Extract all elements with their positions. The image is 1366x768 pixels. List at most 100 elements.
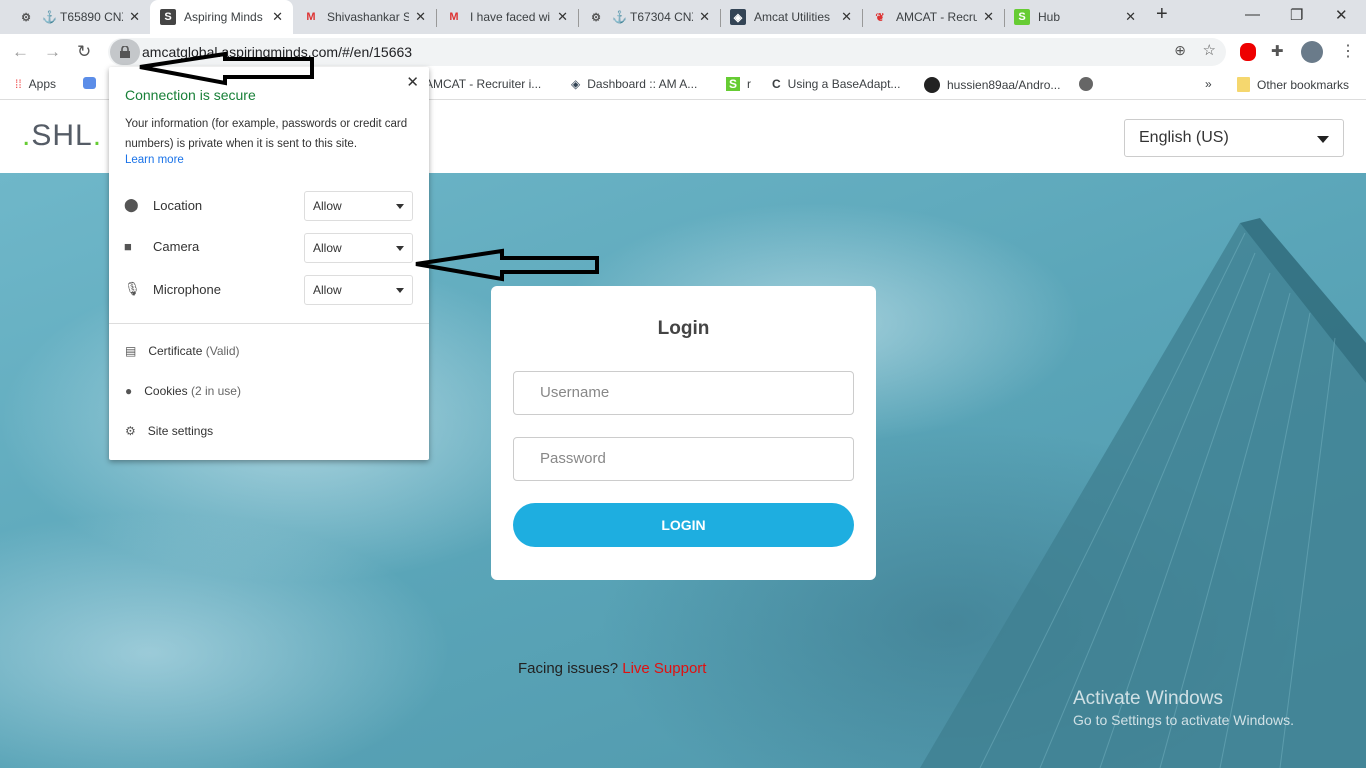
shl-logo: .SHL. bbox=[22, 119, 103, 152]
tab[interactable]: ⚙ ⚓ T67304 CNX ✕ bbox=[578, 0, 720, 34]
bookmark-label: r bbox=[747, 77, 752, 91]
gear-icon: ⚙ bbox=[125, 424, 136, 438]
green-s-icon: S bbox=[1014, 9, 1030, 25]
permission-location: ⬤ Location bbox=[124, 197, 202, 213]
close-icon[interactable]: ✕ bbox=[406, 73, 419, 91]
new-tab-button[interactable]: + bbox=[1156, 3, 1168, 26]
divider bbox=[109, 323, 429, 324]
tab-title: AMCAT - Recru bbox=[896, 10, 978, 24]
bookmark[interactable]: AMCAT - Recruiter i... bbox=[425, 77, 541, 91]
chat-icon[interactable] bbox=[83, 77, 96, 89]
permission-label: Location bbox=[153, 197, 203, 213]
live-support-link[interactable]: Live Support bbox=[622, 660, 706, 677]
c-logo-icon: C bbox=[772, 77, 781, 91]
forward-icon[interactable]: → bbox=[44, 42, 61, 62]
tab-title: Shivashankar S bbox=[327, 10, 410, 24]
other-bookmarks[interactable]: Other bookmarks bbox=[1237, 77, 1349, 92]
extensions-icon[interactable]: ✚ bbox=[1271, 42, 1284, 60]
popup-description: Your information (for example, passwords… bbox=[125, 118, 408, 150]
address-bar[interactable]: amcatglobal.aspiringminds.com/#/en/15663… bbox=[108, 38, 1226, 66]
gmail-icon: M bbox=[449, 11, 459, 23]
popup-title: Connection is secure bbox=[125, 87, 256, 103]
adblock-icon[interactable] bbox=[1240, 43, 1256, 61]
tab-title: I have faced wi bbox=[470, 10, 551, 24]
camera-select[interactable]: Allow bbox=[304, 233, 413, 263]
location-select[interactable]: Allow bbox=[304, 191, 413, 221]
more-bookmarks-button[interactable]: » bbox=[1205, 77, 1212, 91]
bookmark[interactable]: Sr bbox=[726, 77, 751, 91]
chevron-down-icon bbox=[1317, 136, 1329, 149]
bookmark[interactable] bbox=[1079, 77, 1093, 91]
tab-title: Hub bbox=[1038, 10, 1061, 24]
tab-title: Aspiring Minds bbox=[184, 10, 263, 24]
close-tab-icon[interactable]: ✕ bbox=[983, 9, 994, 25]
watermark-subtitle: Go to Settings to activate Windows. bbox=[1073, 712, 1294, 728]
bookmark-label: Dashboard :: AM A... bbox=[587, 77, 698, 91]
cookies-item[interactable]: ● Cookies (2 in use) bbox=[125, 384, 241, 398]
chevron-icon: » bbox=[1205, 77, 1212, 91]
certificate-item[interactable]: ▤ Certificate (Valid) bbox=[125, 344, 240, 358]
location-pin-icon: ⬤ bbox=[124, 197, 139, 212]
bookmark-label: Other bookmarks bbox=[1257, 77, 1350, 92]
tab-title: Amcat Utilities bbox=[754, 10, 831, 24]
learn-more-link[interactable]: Learn more bbox=[125, 154, 184, 166]
tab[interactable]: ❦ AMCAT - Recru ✕ bbox=[862, 0, 1004, 34]
tab[interactable]: M Shivashankar S ✕ bbox=[293, 0, 436, 34]
login-button[interactable]: LOGIN bbox=[513, 503, 854, 547]
avatar[interactable] bbox=[1301, 41, 1323, 63]
tab-strip: ⚙ ⚓ T65890 CNX ✕ S Aspiring Minds ✕ M Shivash… bbox=[0, 0, 1366, 34]
amcat-icon: ◈ bbox=[571, 77, 581, 91]
restore-button[interactable]: ❐ bbox=[1290, 6, 1303, 24]
minimize-button[interactable]: — bbox=[1245, 6, 1260, 23]
bookmark[interactable]: C Using a BaseAdapt... bbox=[772, 77, 900, 91]
tab[interactable]: ⚙ ⚓ T65890 CNX ✕ bbox=[8, 0, 150, 34]
close-tab-icon[interactable]: ✕ bbox=[841, 9, 852, 25]
apps-grid-icon: ⁞⁞ bbox=[15, 77, 22, 91]
tab-active[interactable]: S Aspiring Minds ✕ bbox=[150, 0, 293, 34]
amcat-red-icon: ❦ bbox=[875, 11, 885, 24]
certificate-icon: ▤ bbox=[125, 344, 137, 358]
close-tab-icon[interactable]: ✕ bbox=[557, 9, 568, 25]
star-icon[interactable]: ☆ bbox=[1203, 41, 1216, 59]
back-icon[interactable]: ← bbox=[12, 42, 29, 62]
tab[interactable]: M I have faced wi ✕ bbox=[436, 0, 578, 34]
url-text[interactable]: amcatglobal.aspiringminds.com/#/en/15663 bbox=[142, 44, 412, 60]
site-info-popup: Connection is secure ✕ Your information … bbox=[109, 67, 429, 460]
bookmark-apps[interactable]: ⁞⁞ Apps bbox=[15, 77, 56, 91]
zoom-icon[interactable]: ⊕ bbox=[1174, 42, 1186, 59]
permission-microphone: 🎙 Microphone bbox=[124, 281, 221, 297]
windows-watermark: Activate Windows Go to Settings to activa… bbox=[1073, 688, 1294, 728]
cookie-icon: ● bbox=[125, 384, 133, 398]
close-tab-icon[interactable]: ✕ bbox=[415, 9, 426, 25]
close-tab-icon[interactable]: ✕ bbox=[1125, 9, 1136, 25]
lock-icon[interactable] bbox=[110, 39, 140, 65]
site-settings-item[interactable]: ⚙ Site settings bbox=[125, 424, 213, 438]
login-title: Login bbox=[657, 318, 710, 339]
github-icon bbox=[924, 77, 940, 93]
login-card: Login Username Password LOGIN bbox=[491, 286, 876, 580]
amcat-icon: ◈ bbox=[730, 9, 746, 25]
bookmark-label: AMCAT - Recruiter i... bbox=[425, 77, 542, 91]
certificate-label: Certificate bbox=[148, 344, 203, 358]
reload-icon[interactable]: ↻ bbox=[77, 42, 91, 62]
cookies-label: Cookies bbox=[144, 384, 188, 398]
password-input[interactable]: Password bbox=[513, 437, 854, 481]
green-s-icon: S bbox=[726, 77, 741, 91]
bookmark[interactable]: ◈ Dashboard :: AM A... bbox=[571, 77, 697, 91]
close-tab-icon[interactable]: ✕ bbox=[129, 9, 140, 25]
language-value: English (US) bbox=[1139, 129, 1229, 146]
microphone-select[interactable]: Allow bbox=[304, 275, 413, 305]
close-tab-icon[interactable]: ✕ bbox=[272, 9, 283, 25]
cookies-status: (2 in use) bbox=[190, 384, 241, 398]
menu-icon[interactable]: ⋮ bbox=[1340, 41, 1356, 61]
permission-label: Camera bbox=[153, 239, 200, 254]
close-window-button[interactable]: ✕ bbox=[1335, 6, 1348, 24]
bookmark[interactable]: hussien89aa/Andro... bbox=[924, 77, 1060, 93]
username-input[interactable]: Username bbox=[513, 371, 854, 415]
tab[interactable]: S Hub ✕ bbox=[1004, 0, 1146, 34]
close-tab-icon[interactable]: ✕ bbox=[699, 9, 710, 25]
microphone-icon: 🎙 bbox=[124, 281, 141, 296]
language-select[interactable]: English (US) bbox=[1124, 119, 1344, 157]
globe-icon bbox=[1079, 77, 1093, 91]
tab[interactable]: ◈ Amcat Utilities ✕ bbox=[720, 0, 862, 34]
